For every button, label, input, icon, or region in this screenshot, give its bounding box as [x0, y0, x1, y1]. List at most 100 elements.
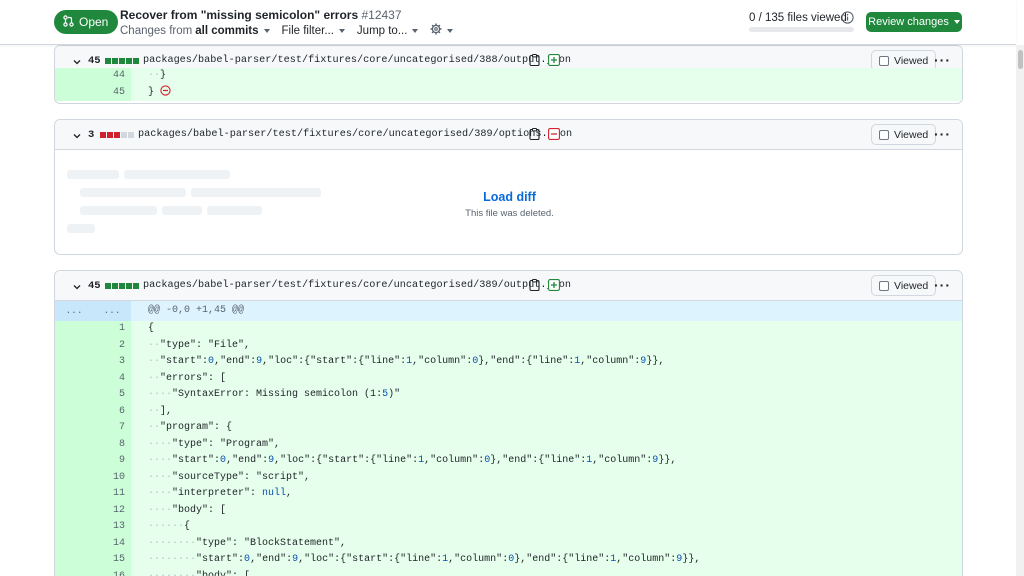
code-line: ······{ [131, 519, 962, 536]
review-changes-button[interactable]: Review changes [866, 12, 962, 32]
file-path[interactable]: packages/babel-parser/test/fixtures/core… [143, 55, 571, 66]
code-line: ··"type": "File", [131, 337, 962, 354]
new-line-number: 45 [93, 84, 131, 101]
changes-from-dropdown[interactable]: Changes from all commits [120, 25, 270, 37]
code-line: ····"body": [ [131, 502, 962, 519]
page-scrollbar[interactable] [1016, 45, 1024, 576]
diffstat-block [119, 58, 125, 64]
file-path[interactable]: packages/babel-parser/test/fixtures/core… [143, 280, 571, 291]
expand-up-button[interactable]: ... [55, 301, 93, 321]
diffstat-block [121, 132, 127, 138]
copy-icon[interactable] [529, 128, 540, 141]
diff-lines: 1{2 ··"type": "File", 3 ··"start":0,"end":9… [55, 321, 962, 576]
new-line-number[interactable]: 3 [93, 354, 131, 371]
file-filter-dropdown[interactable]: File filter... [282, 25, 345, 37]
code-line: ········"body": [ [131, 568, 962, 576]
more-options-icon[interactable]: ··· [934, 53, 951, 67]
old-line-number [55, 403, 93, 420]
diffstat-block [126, 58, 132, 64]
jump-to-label: Jump to... [356, 24, 408, 37]
copy-icon[interactable] [529, 279, 540, 292]
old-line-number [55, 420, 93, 437]
new-line-number[interactable]: 5 [93, 387, 131, 404]
checkbox-box [879, 55, 889, 66]
new-line-number[interactable]: 8 [93, 436, 131, 453]
viewed-checkbox[interactable]: Viewed [871, 275, 937, 296]
new-line-number[interactable]: 15 [93, 552, 131, 569]
skeleton-bar [67, 224, 95, 233]
diffstat-block [114, 132, 120, 138]
diff-line: 2 ··"type": "File", [55, 337, 962, 354]
old-line-number [55, 387, 93, 404]
diff-settings-dropdown[interactable] [430, 23, 454, 38]
diff-line: 45} [55, 84, 962, 104]
old-line-number [55, 354, 93, 371]
viewed-checkbox[interactable]: Viewed [871, 124, 937, 145]
new-line-number[interactable]: 7 [93, 420, 131, 437]
diff-line: 8 ····"type": "Program", [55, 436, 962, 453]
new-line-number[interactable]: 11 [93, 486, 131, 503]
diffstat-block [126, 283, 132, 289]
pr-toolbar: Changes from all commits File filter... … [120, 23, 465, 38]
new-line-number[interactable]: 13 [93, 519, 131, 536]
new-line-number[interactable]: 14 [93, 535, 131, 552]
file-filter-label: File filter... [281, 24, 334, 37]
load-diff-message: This file was deleted. [465, 208, 554, 219]
jump-to-dropdown[interactable]: Jump to... [357, 25, 419, 37]
diff-line: 12 ····"body": [ [55, 502, 962, 519]
chevron-down-icon [412, 28, 419, 33]
new-line-number[interactable]: 9 [93, 453, 131, 470]
diffstat-block [128, 132, 134, 138]
chevron-down-icon[interactable] [72, 130, 82, 140]
file-path[interactable]: packages/babel-parser/test/fixtures/core… [138, 129, 572, 140]
scrollbar-thumb[interactable] [1018, 50, 1023, 69]
copy-icon[interactable] [529, 54, 540, 67]
no-newline-icon [160, 84, 171, 104]
new-line-number: 44 [93, 68, 131, 85]
new-line-number[interactable]: 6 [93, 403, 131, 420]
code-line: ····"sourceType": "script", [131, 469, 962, 486]
code-line: ········"start":0,"end":9,"loc":{"start"… [131, 552, 962, 569]
code-line: } [131, 84, 962, 104]
diff-line-count: 45 [88, 55, 101, 67]
load-diff-link[interactable]: Load diff [483, 190, 536, 204]
old-line-number [55, 436, 93, 453]
diffstat-block [112, 58, 118, 64]
old-line-number [55, 568, 93, 576]
new-line-number[interactable]: 2 [93, 337, 131, 354]
chevron-down-icon [447, 28, 454, 33]
files-viewed-progress [749, 27, 854, 32]
chevron-down-icon[interactable] [72, 281, 82, 291]
skeleton-bar [124, 170, 230, 179]
skeleton-bar [67, 170, 119, 179]
diff-line: 9 ····"start":0,"end":9,"loc":{"start":{"… [55, 453, 962, 470]
diffstat-block [107, 132, 113, 138]
code-line: ····"interpreter": null, [131, 486, 962, 503]
pr-title-text: Recover from "missing semicolon" errors [120, 8, 359, 22]
checkbox-box [879, 129, 889, 140]
expand-down-button[interactable]: ... [93, 301, 131, 321]
diff-line: 14 ········"type": "BlockStatement", [55, 535, 962, 552]
old-line-number [55, 519, 93, 536]
viewed-label: Viewed [894, 54, 929, 67]
old-line-number [55, 84, 93, 101]
diff-body: 44 ··} 45} [55, 68, 962, 101]
chevron-down-icon[interactable] [72, 56, 82, 66]
file-diff-389-output: 45 packages/babel-parser/test/fixtures/c… [54, 270, 963, 576]
info-icon[interactable] [841, 11, 854, 24]
new-line-number[interactable]: 10 [93, 469, 131, 486]
old-line-number [55, 552, 93, 569]
new-line-number[interactable]: 4 [93, 370, 131, 387]
file-header: 45 packages/babel-parser/test/fixtures/c… [55, 271, 962, 301]
more-options-icon[interactable]: ··· [934, 127, 951, 141]
old-line-number [55, 469, 93, 486]
diff-line: 6 ··], [55, 403, 962, 420]
old-line-number [55, 370, 93, 387]
more-options-icon[interactable]: ··· [934, 278, 951, 292]
new-line-number[interactable]: 12 [93, 502, 131, 519]
diffstat-block [119, 283, 125, 289]
status-label: Open [79, 15, 109, 29]
changes-from-value: all commits [195, 24, 259, 37]
new-line-number[interactable]: 1 [93, 321, 131, 338]
new-line-number[interactable]: 16 [93, 568, 131, 576]
